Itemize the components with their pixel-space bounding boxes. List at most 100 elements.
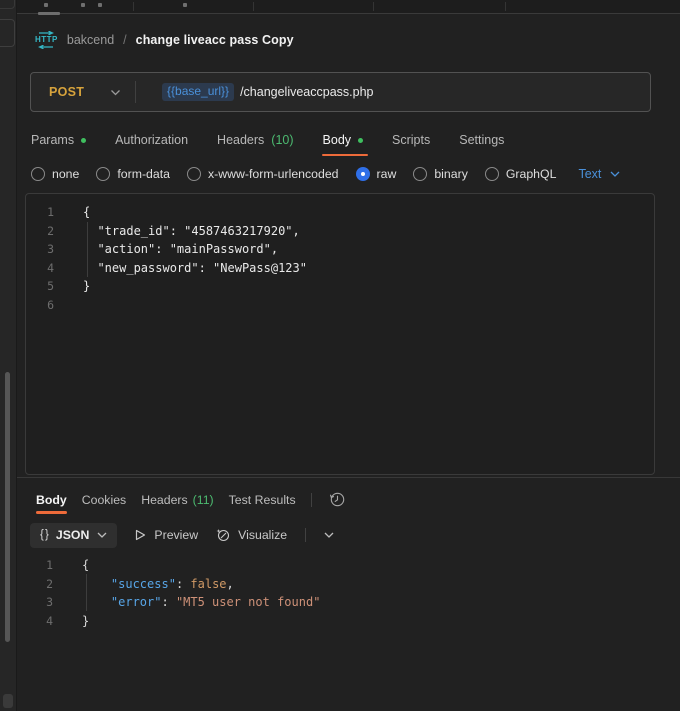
visualize-label: Visualize xyxy=(238,528,287,542)
url-input[interactable]: {{base_url}} /changeliveaccpass.php xyxy=(136,83,374,101)
radio-icon[interactable] xyxy=(485,167,499,181)
left-sidebar-edge xyxy=(0,0,17,711)
tab-body-label: Body xyxy=(323,133,352,147)
response-tabs: Body Cookies Headers (11) Test Results xyxy=(36,487,346,512)
code-line: 2 "trade_id": "4587463217920", xyxy=(26,222,654,241)
body-type-urlencoded[interactable]: x-www-form-urlencoded xyxy=(187,167,339,181)
tab-strip xyxy=(17,0,680,14)
tabs-divider xyxy=(311,493,312,507)
response-tab-test-results-label: Test Results xyxy=(229,493,296,507)
tab-settings[interactable]: Settings xyxy=(459,133,504,147)
code-line: 6 xyxy=(26,296,654,315)
tab-authorization[interactable]: Authorization xyxy=(115,133,188,147)
response-section-divider xyxy=(17,477,680,478)
code-line: 1 { xyxy=(26,203,654,222)
tab-icon-fragment xyxy=(98,3,102,7)
chevron-down-icon xyxy=(110,89,121,96)
body-indicator-dot xyxy=(358,138,363,143)
body-type-none-label: none xyxy=(52,167,79,181)
tab-headers[interactable]: Headers (10) xyxy=(217,133,293,147)
scrollbar-corner xyxy=(3,694,13,708)
http-request-icon: HTTP xyxy=(35,31,58,49)
http-badge-label: HTTP xyxy=(35,36,58,44)
line-number: 4 xyxy=(26,259,71,278)
body-type-graphql-label: GraphQL xyxy=(506,167,557,181)
raw-format-label: Text xyxy=(578,167,601,181)
more-options-chevron[interactable] xyxy=(324,532,334,538)
params-indicator-dot xyxy=(81,138,86,143)
code-line: 4 } xyxy=(25,612,655,631)
json-key: "success" xyxy=(111,577,176,591)
tab-separator xyxy=(373,2,374,11)
response-format-dropdown[interactable]: { } JSON xyxy=(30,523,117,548)
radio-icon[interactable] xyxy=(187,167,201,181)
body-type-none[interactable]: none xyxy=(31,167,79,181)
line-number: 3 xyxy=(25,593,70,612)
tab-separator xyxy=(133,2,134,11)
active-tab-indicator xyxy=(38,12,60,15)
tab-icon-fragment xyxy=(44,3,48,7)
tab-settings-label: Settings xyxy=(459,133,504,147)
request-url-bar: POST {{base_url}} /changeliveaccpass.php xyxy=(30,72,651,112)
tab-authorization-label: Authorization xyxy=(115,133,188,147)
request-title[interactable]: change liveacc pass Copy xyxy=(136,33,294,47)
method-dropdown[interactable]: POST xyxy=(31,85,135,99)
body-type-graphql[interactable]: GraphQL xyxy=(485,167,557,181)
line-number: 4 xyxy=(25,612,70,631)
code-line: 4 "new_password": "NewPass@123" xyxy=(26,259,654,278)
radio-icon[interactable] xyxy=(31,167,45,181)
response-toolbar: { } JSON Preview Visualize xyxy=(30,522,334,548)
raw-format-dropdown[interactable]: Text xyxy=(578,167,620,181)
tab-body[interactable]: Body xyxy=(323,133,364,147)
headers-count: (10) xyxy=(271,133,293,147)
body-type-raw[interactable]: raw xyxy=(356,167,397,181)
line-number: 3 xyxy=(26,240,71,259)
play-icon xyxy=(135,529,146,541)
code-line: 3 "error": "MT5 user not found" xyxy=(25,593,655,612)
response-tab-body[interactable]: Body xyxy=(36,493,67,507)
history-icon[interactable] xyxy=(329,491,346,508)
json-braces-icon: { } xyxy=(40,529,48,541)
preview-button[interactable]: Preview xyxy=(135,528,198,542)
indent-guide xyxy=(87,222,88,277)
code-line: 3 "action": "mainPassword", xyxy=(26,240,654,259)
json-value: false xyxy=(190,577,226,591)
line-number: 5 xyxy=(26,277,71,296)
response-body-viewer[interactable]: 1 { 2 "success": false, 3 "error": "MT5 … xyxy=(25,552,655,630)
tab-scripts-label: Scripts xyxy=(392,133,430,147)
code-line: 1 { xyxy=(25,556,655,575)
request-tabs: Params Authorization Headers (10) Body S… xyxy=(31,127,504,153)
base-url-variable-chip[interactable]: {{base_url}} xyxy=(162,83,234,101)
visualize-button[interactable]: Visualize xyxy=(216,528,287,542)
request-body-editor[interactable]: 1 { 2 "trade_id": "4587463217920", 3 "ac… xyxy=(25,193,655,475)
response-tab-test-results[interactable]: Test Results xyxy=(229,493,296,507)
indent-guide xyxy=(86,574,87,611)
toolbar-divider xyxy=(305,528,306,542)
tab-separator xyxy=(505,2,506,11)
code-line: 5 } xyxy=(26,277,654,296)
sidebar-button-fragment xyxy=(0,0,15,9)
sidebar-button-fragment xyxy=(0,19,15,47)
response-tab-cookies-label: Cookies xyxy=(82,493,126,507)
url-path-text: /changeliveaccpass.php xyxy=(240,85,373,99)
body-type-urlencoded-label: x-www-form-urlencoded xyxy=(208,167,339,181)
radio-icon[interactable] xyxy=(96,167,110,181)
tab-params[interactable]: Params xyxy=(31,133,86,147)
visualize-wand-icon xyxy=(216,528,230,542)
response-tab-headers[interactable]: Headers (11) xyxy=(141,493,213,507)
response-tab-cookies[interactable]: Cookies xyxy=(82,493,126,507)
breadcrumb: HTTP bakcend / change liveacc pass Copy xyxy=(35,28,294,52)
body-type-binary[interactable]: binary xyxy=(413,167,468,181)
json-key: "error" xyxy=(111,595,162,609)
radio-icon[interactable] xyxy=(413,167,427,181)
vertical-scrollbar[interactable] xyxy=(5,372,10,642)
code-line: 2 "success": false, xyxy=(25,575,655,594)
line-number: 2 xyxy=(25,575,70,594)
tab-headers-label: Headers xyxy=(217,133,264,147)
tab-scripts[interactable]: Scripts xyxy=(392,133,430,147)
body-type-form-data[interactable]: form-data xyxy=(96,167,170,181)
breadcrumb-collection[interactable]: bakcend xyxy=(67,33,114,47)
radio-selected-icon[interactable] xyxy=(356,167,370,181)
app-window: HTTP bakcend / change liveacc pass Copy … xyxy=(0,0,680,711)
line-number: 6 xyxy=(26,296,71,315)
